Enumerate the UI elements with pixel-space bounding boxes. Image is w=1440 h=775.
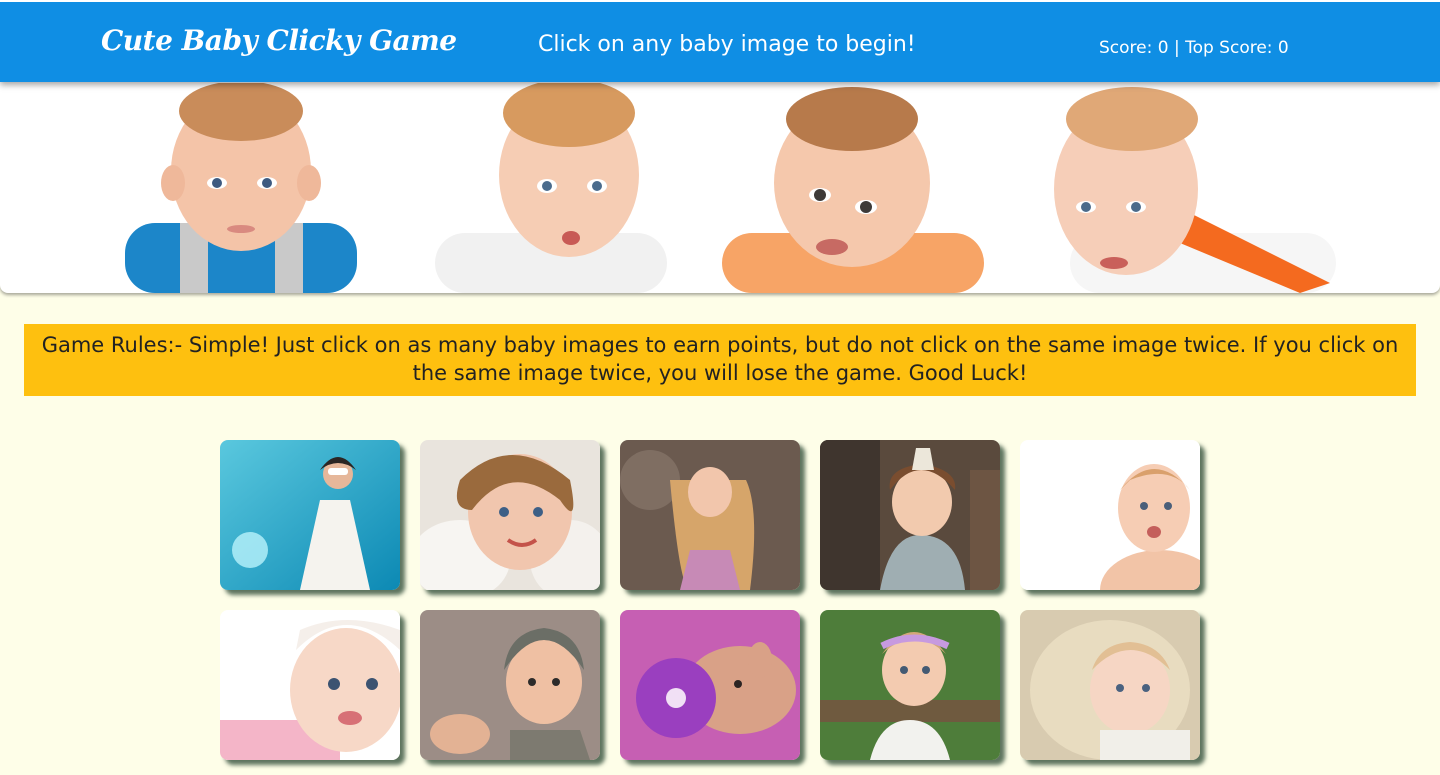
banner-baby-1 — [125, 83, 357, 293]
navbar: Cute Baby Clicky Game Click on any baby … — [0, 0, 1440, 82]
banner-baby-3 — [722, 87, 984, 293]
brand-title[interactable]: Cute Baby Clicky Game — [101, 24, 457, 57]
banner-baby-4 — [1054, 87, 1336, 293]
baby-card-4[interactable] — [820, 440, 1000, 590]
baby-card-3[interactable] — [620, 440, 800, 590]
baby-card-5[interactable] — [1020, 440, 1200, 590]
baby-card-9[interactable] — [820, 610, 1000, 760]
baby-card-10[interactable] — [1020, 610, 1200, 760]
hero-banner — [0, 82, 1440, 293]
banner-baby-2 — [435, 83, 667, 293]
baby-card-7[interactable] — [420, 610, 600, 760]
baby-card-8[interactable] — [620, 610, 800, 760]
game-message: Click on any baby image to begin! — [538, 32, 916, 57]
baby-card-2[interactable] — [420, 440, 600, 590]
baby-card-6[interactable] — [220, 610, 400, 760]
score-display: Score: 0 | Top Score: 0 — [1099, 38, 1289, 58]
game-rules: Game Rules:- Simple! Just click on as ma… — [24, 324, 1416, 396]
baby-card-1[interactable] — [220, 440, 400, 590]
